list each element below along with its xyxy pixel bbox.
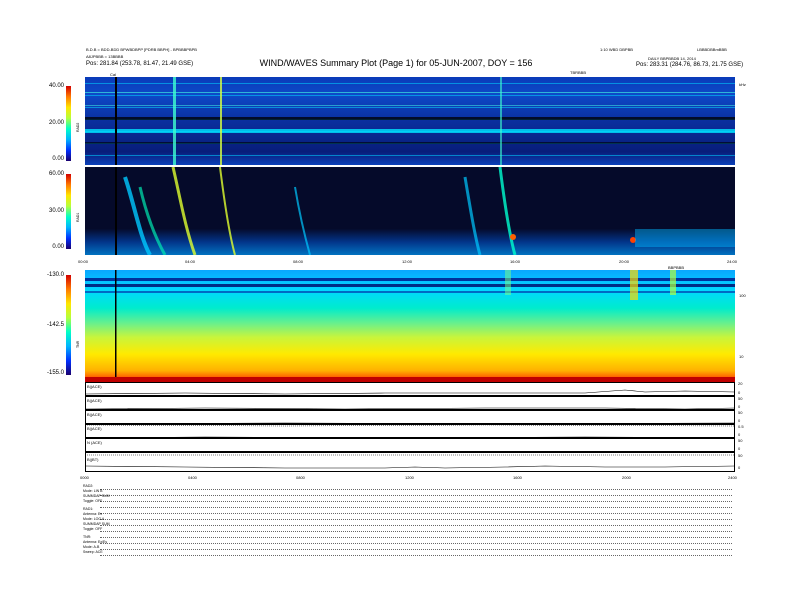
key-row-4: RAD1: bbox=[83, 507, 94, 511]
key-dotrow-9 bbox=[100, 537, 732, 538]
line-right-6a: 50 bbox=[738, 453, 743, 458]
rad1-tick-mid: 30.00 bbox=[48, 208, 64, 214]
bottom-x-tick-4: 1600 bbox=[513, 475, 522, 480]
rad2-overlay bbox=[85, 77, 735, 165]
tnr-overlay bbox=[85, 270, 735, 382]
key-dotrow-3 bbox=[100, 501, 732, 502]
line-right-5b: 0 bbox=[738, 446, 741, 451]
rad1-heatmap bbox=[85, 167, 735, 255]
bottom-x-tick-2: 0800 bbox=[296, 475, 305, 480]
rad2-heatmap bbox=[85, 77, 735, 165]
tnr-right-tick-100: 100 bbox=[739, 293, 746, 298]
key-row-3: Toggle: OFF bbox=[83, 499, 103, 503]
key-dotrow-10 bbox=[100, 543, 732, 544]
line-right-6b: 0 bbox=[738, 465, 741, 470]
rad1-tick-top: 60.00 bbox=[48, 171, 64, 177]
line-right-3a: 50 bbox=[738, 410, 743, 415]
tnr-colorbar bbox=[66, 275, 71, 375]
bottom-x-tick-0: 0000 bbox=[80, 475, 89, 480]
tnr-right-tick-10: 10 bbox=[739, 354, 744, 359]
tnr-tick-top: -130.0 bbox=[46, 272, 64, 278]
header-left-line1: B.D.B = BDD-BDD BPWBDBPP [PDRB BBPH] - B… bbox=[86, 47, 197, 52]
line-right-4a: 0.5 bbox=[738, 424, 744, 429]
header-right-top: LBBBDBBmBBB bbox=[697, 47, 727, 52]
key-row-7: SUMMDAP SUM bbox=[83, 522, 110, 526]
line-label-1: B|(ACE) bbox=[87, 384, 102, 389]
bottom-x-tick-3: 1200 bbox=[405, 475, 414, 480]
line-right-4b: 0 bbox=[738, 432, 741, 437]
key-dotrow-12 bbox=[100, 555, 732, 556]
key-row-1: Mode: LIN B bbox=[83, 489, 103, 493]
rad1-ylabel: RAD1 bbox=[76, 212, 80, 222]
x-tick-4: 16:00 bbox=[510, 259, 521, 264]
rad1-overlay bbox=[115, 167, 735, 255]
tnr-tick-bottom: -155.0 bbox=[46, 370, 64, 376]
line-right-3b: 0 bbox=[738, 418, 741, 423]
key-dotrow-11 bbox=[100, 549, 732, 550]
key-dotrow-8 bbox=[100, 531, 732, 532]
x-tick-1: 04:00 bbox=[185, 259, 196, 264]
key-dotrow-1 bbox=[100, 489, 732, 490]
line-right-1b: 0 bbox=[738, 390, 741, 395]
key-row-9: TNR: bbox=[83, 535, 92, 539]
key-row-6: Mode: LOG A bbox=[83, 517, 105, 521]
x-tick-6: 24:00 bbox=[727, 259, 738, 264]
tbr-label: TBRBBB bbox=[570, 70, 587, 75]
rad2-ylabel: RAD2 bbox=[76, 122, 80, 132]
x-tick-2: 08:00 bbox=[293, 259, 304, 264]
rad2-tick-mid: 20.00 bbox=[48, 120, 64, 126]
rad1-tick-bottom: 0.00 bbox=[52, 244, 64, 250]
header-right-pos: Pos: 283.31 (284.76, 86.73, 21.75 GSE) bbox=[636, 62, 744, 68]
bottom-x-tick-5: 2000 bbox=[622, 475, 631, 480]
x-tick-3: 12:00 bbox=[402, 259, 413, 264]
right-unit-label: kHz bbox=[739, 82, 746, 87]
rad1-colorbar bbox=[66, 174, 71, 249]
tnr-tick-mid: -142.5 bbox=[46, 322, 64, 328]
x-tick-0: 00:00 bbox=[78, 259, 89, 264]
key-row-5: Antenna: Ex bbox=[83, 512, 103, 516]
line-right-1a: 20 bbox=[738, 381, 743, 386]
key-dotrow-2 bbox=[100, 495, 732, 496]
header-center-right: 1:10 WBD DBPBB bbox=[600, 47, 633, 52]
rad2-colorbar bbox=[66, 86, 71, 161]
line-label-2: B|(ACE) bbox=[87, 398, 102, 403]
key-dotrow-6 bbox=[100, 519, 732, 520]
line-right-5a: 50 bbox=[738, 438, 743, 443]
key-row-0: RAD2: bbox=[83, 484, 94, 488]
line-right-2a: 50 bbox=[738, 396, 743, 401]
tnr-ylabel: TNR bbox=[76, 340, 80, 348]
key-dotrow-7 bbox=[100, 525, 732, 526]
x-tick-5: 20:00 bbox=[619, 259, 630, 264]
key-row-12: Sweep: ACE bbox=[83, 550, 103, 554]
key-row-8: Toggle: OFF bbox=[83, 527, 103, 531]
line-label-4: B|(ACE) bbox=[87, 426, 102, 431]
key-row-11: Mode: A-B bbox=[83, 545, 100, 549]
line-label-3: B|(ACE) bbox=[87, 412, 102, 417]
key-dotrow-4 bbox=[100, 507, 732, 508]
key-row-10: Antenna: Ex/Ey bbox=[83, 540, 108, 544]
key-dotrow-5 bbox=[100, 513, 732, 514]
line-traces bbox=[85, 389, 735, 469]
rad2-tick-top: 40.00 bbox=[48, 83, 64, 89]
key-row-2: SUMMDAP SUM bbox=[83, 494, 110, 498]
header-right-line2: DAILY BBPBBDB 14, 2014 bbox=[648, 56, 696, 61]
tnr-heatmap bbox=[85, 270, 735, 382]
line-label-6: B|(BT) bbox=[87, 457, 99, 462]
rad2-tick-bottom: 0.00 bbox=[52, 156, 64, 162]
bottom-x-tick-6: 2400 bbox=[728, 475, 737, 480]
line-right-2b: 0 bbox=[738, 404, 741, 409]
line-label-5: N (ACE) bbox=[87, 440, 102, 445]
bottom-x-tick-1: 0400 bbox=[188, 475, 197, 480]
